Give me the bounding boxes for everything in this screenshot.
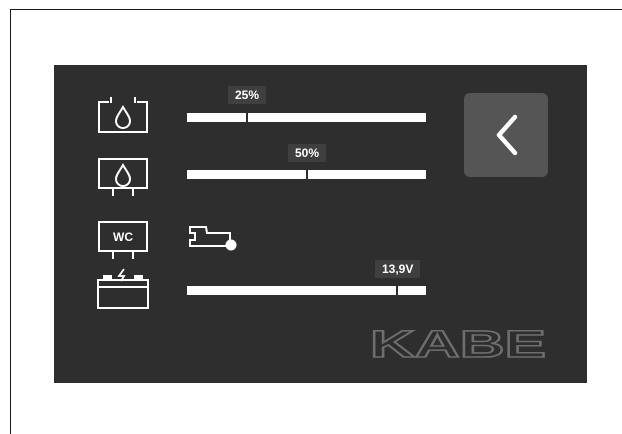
cassette-status-icon: [189, 226, 237, 251]
back-button[interactable]: [464, 93, 548, 177]
battery-icon: [97, 268, 149, 309]
fresh-water-level-bar: [187, 107, 426, 122]
battery-voltage-bar: [187, 280, 426, 295]
grey-water-tank-icon: [98, 158, 148, 196]
grey-water-level-label: 50%: [288, 144, 327, 162]
wc-tank-label: WC: [113, 230, 133, 244]
wc-tank-icon: WC: [95, 220, 151, 262]
battery-voltage-label: 13,9V: [375, 260, 421, 278]
window-border-left: [10, 9, 11, 434]
battery-voltage-marker: [396, 280, 398, 295]
svg-text:KABE: KABE: [370, 325, 546, 359]
fresh-water-level-label: 25%: [228, 86, 267, 104]
grey-water-level-bar: [187, 164, 426, 179]
window-border-top: [10, 9, 622, 10]
grey-water-level-marker: [306, 164, 308, 179]
fresh-water-tank-icon: [98, 97, 148, 133]
fresh-water-level-marker: [246, 107, 248, 122]
kabe-logo: KABE: [369, 325, 547, 359]
chevron-left-icon: [496, 114, 518, 156]
